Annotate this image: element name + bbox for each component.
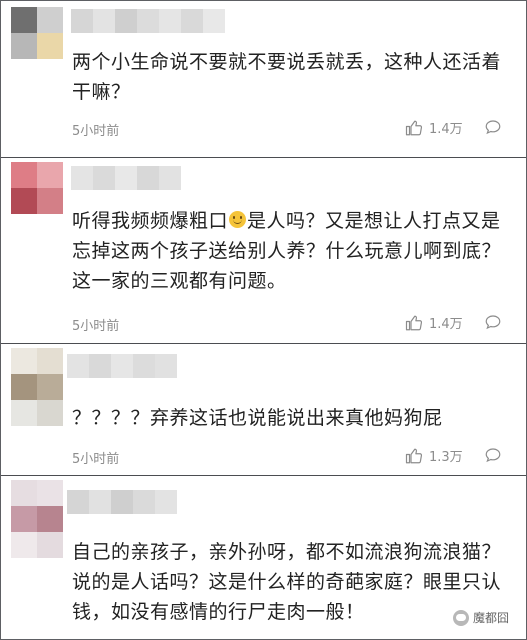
like-count: 1.3万 (429, 450, 463, 465)
user-name-blurred[interactable] (67, 490, 177, 514)
thumbs-up-icon (405, 120, 423, 135)
avatar[interactable] (11, 348, 63, 426)
watermark-text: 魔都囧 (473, 611, 510, 625)
avatar[interactable] (11, 7, 63, 59)
comment-time: 5小时前 (72, 452, 120, 467)
comment-text: 听得我频频爆粗口 是人吗？又是想让人打点又是忘掉这两个孩子送给别人养？什么玩意儿啊… (72, 206, 512, 296)
user-name-blurred[interactable] (71, 9, 225, 33)
comment-bubble-icon[interactable] (484, 446, 502, 464)
thumbs-up-icon (405, 315, 423, 330)
comment-item: 听得我频频爆粗口 是人吗？又是想让人打点又是忘掉这两个孩子送给别人养？什么玩意儿啊… (1, 158, 526, 343)
like-count: 1.4万 (429, 122, 463, 137)
watermark: 魔都囧 (453, 609, 509, 626)
comment-text: 自己的亲孩子，亲外孙呀，都不如流浪狗流浪猫？说的是人话吗？这是什么样的奇葩家庭？… (72, 541, 502, 623)
wechat-icon (453, 609, 469, 626)
like-button[interactable]: 1.4万 (405, 313, 463, 332)
comment-text: ？？？？弃养这话也说能说出来真他妈狗屁 (72, 407, 443, 429)
like-button[interactable]: 1.3万 (405, 446, 463, 465)
user-name-blurred[interactable] (71, 166, 181, 190)
smile-emoji-icon (229, 211, 247, 228)
like-button[interactable]: 1.4万 (405, 118, 463, 137)
like-count: 1.4万 (429, 317, 463, 332)
avatar[interactable] (11, 162, 63, 214)
avatar[interactable] (11, 480, 63, 558)
comment-bubble-icon[interactable] (484, 118, 502, 136)
comment-text: 两个小生命说不要就不要说丢就丢，这种人还活着干嘛？ (72, 51, 502, 103)
comment-time: 5小时前 (72, 124, 120, 139)
comment-text-part: 听得我频频爆粗口 (72, 210, 229, 232)
comment-item: ？？？？弃养这话也说能说出来真他妈狗屁 5小时前 1.3万 (1, 344, 526, 475)
comment-bubble-icon[interactable] (484, 313, 502, 331)
comment-item: 两个小生命说不要就不要说丢就丢，这种人还活着干嘛？ 5小时前 1.4万 (1, 1, 526, 157)
comments-screenshot: 两个小生命说不要就不要说丢就丢，这种人还活着干嘛？ 5小时前 1.4万 听得我频… (0, 0, 527, 640)
thumbs-up-icon (405, 448, 423, 463)
comment-item: 自己的亲孩子，亲外孙呀，都不如流浪狗流浪猫？说的是人话吗？这是什么样的奇葩家庭？… (1, 476, 526, 639)
user-name-blurred[interactable] (67, 354, 177, 378)
comment-time: 5小时前 (72, 319, 120, 334)
